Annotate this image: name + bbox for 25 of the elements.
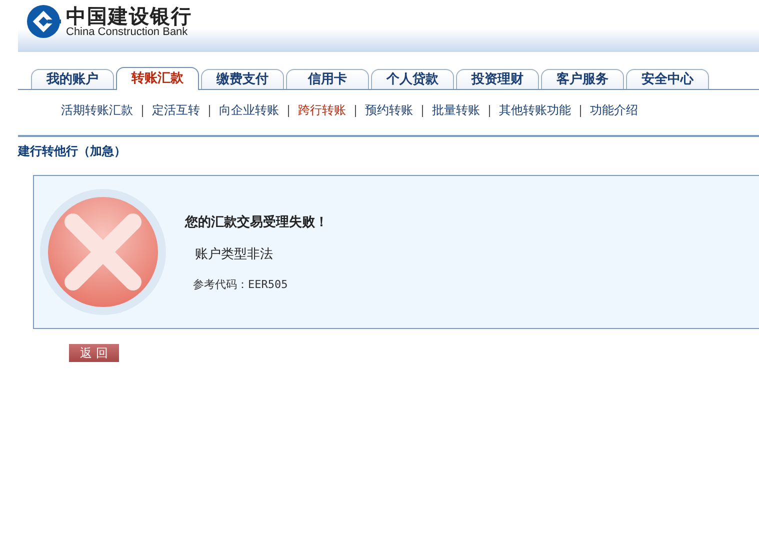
nav-tab[interactable]: 客户服务 bbox=[541, 69, 624, 89]
bank-logo-icon bbox=[26, 4, 61, 39]
subnav-link[interactable]: 批量转账 bbox=[431, 102, 481, 119]
subnav-link[interactable]: 其他转账功能 bbox=[498, 102, 572, 119]
nav-tab[interactable]: 投资理财 bbox=[456, 69, 539, 89]
error-title: 您的汇款交易受理失败！ bbox=[185, 214, 328, 230]
error-icon bbox=[39, 188, 167, 316]
bank-name-english: China Construction Bank bbox=[66, 27, 189, 38]
nav-tab[interactable]: 安全中心 bbox=[626, 69, 709, 89]
nav-tab[interactable]: 我的账户 bbox=[31, 69, 114, 89]
nav-tab[interactable]: 转账汇款 bbox=[116, 67, 199, 90]
subnav-link[interactable]: 活期转账汇款 bbox=[60, 102, 134, 119]
back-button[interactable]: 返 回 bbox=[69, 344, 119, 362]
error-message: 账户类型非法 bbox=[195, 246, 274, 262]
subnav-link[interactable]: 功能介绍 bbox=[589, 102, 639, 119]
subnav-link[interactable]: 跨行转账 bbox=[297, 102, 347, 119]
nav-tab[interactable]: 缴费支付 bbox=[201, 69, 284, 89]
section-title: 建行转他行（加急） bbox=[18, 143, 127, 160]
subnav-link[interactable]: 定活互转 bbox=[151, 102, 201, 119]
bank-name: 中国建设银行 bbox=[66, 5, 192, 27]
subnav-link[interactable]: 向企业转账 bbox=[218, 102, 280, 119]
subnav-link[interactable]: 预约转账 bbox=[364, 102, 414, 119]
nav-tab[interactable]: 信用卡 bbox=[286, 69, 369, 89]
nav-tab[interactable]: 个人贷款 bbox=[371, 69, 454, 89]
reference-code: 参考代码：EER505 bbox=[193, 276, 289, 292]
